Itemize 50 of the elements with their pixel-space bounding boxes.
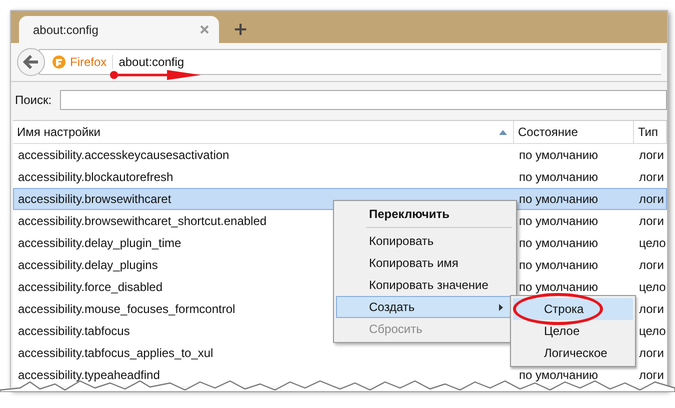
preference-name: accessibility.mouse_focuses_formcontrol xyxy=(18,302,236,316)
state-cell: по умолчанию xyxy=(519,236,598,250)
type-cell: цело xyxy=(639,324,666,338)
browser-tab[interactable]: about:config xyxy=(19,16,219,43)
menu-item[interactable]: Копировать имя xyxy=(336,252,514,274)
preference-name: accessibility.tabfocus_applies_to_xul xyxy=(18,346,214,360)
type-cell: логи xyxy=(639,302,664,316)
preference-name: accessibility.blockautorefresh xyxy=(18,170,174,184)
type-cell: логи xyxy=(639,214,664,228)
preference-name: accessibility.delay_plugin_time xyxy=(18,236,182,250)
menu-item[interactable]: Строка xyxy=(513,298,633,320)
preference-name: accessibility.delay_plugins xyxy=(18,258,158,272)
menu-item[interactable]: Копировать xyxy=(336,230,514,252)
search-label: Поиск: xyxy=(15,93,52,107)
type-cell: логи xyxy=(639,346,664,360)
preference-name: accessibility.accesskeycausesactivation xyxy=(18,148,230,162)
state-cell: по умолчанию xyxy=(519,368,598,382)
address-bar[interactable]: Firefox about:config xyxy=(39,49,661,75)
state-cell: по умолчанию xyxy=(519,280,598,294)
type-cell: логи xyxy=(639,148,664,162)
menu-item[interactable]: Копировать значение xyxy=(336,274,514,296)
state-cell: по умолчанию xyxy=(519,258,598,272)
identity-label: Firefox xyxy=(70,55,113,69)
type-cell: логи xyxy=(639,170,664,184)
preference-name: accessibility.force_disabled xyxy=(18,280,163,294)
column-header[interactable]: Тип xyxy=(634,121,667,143)
preference-name: accessibility.browsewithcaret_shortcut.enabled xyxy=(18,214,267,228)
close-icon[interactable] xyxy=(200,25,209,34)
column-header[interactable]: Имя настройки xyxy=(13,121,514,143)
browser-logo-icon xyxy=(52,55,66,69)
search-field[interactable] xyxy=(60,90,667,110)
back-icon xyxy=(23,55,39,69)
sort-ascending-icon xyxy=(499,130,507,134)
state-cell: по умолчанию xyxy=(519,192,598,206)
type-cell: логи xyxy=(639,258,664,272)
state-cell: по умолчанию xyxy=(519,148,598,162)
menu-item[interactable]: Логическое xyxy=(513,342,633,364)
state-cell: по умолчанию xyxy=(519,170,598,184)
state-cell: по умолчанию xyxy=(519,214,598,228)
back-button[interactable] xyxy=(17,48,45,76)
type-cell: цело xyxy=(639,236,666,250)
type-cell: логи xyxy=(639,192,664,206)
preference-name: accessibility.tabfocus xyxy=(18,324,130,338)
preference-name: accessibility.browsewithcaret xyxy=(18,192,172,206)
type-cell: цело xyxy=(639,280,666,294)
column-header[interactable]: Состояние xyxy=(514,121,634,143)
type-cell: логи xyxy=(639,368,664,382)
new-tab-button[interactable]: + xyxy=(227,16,254,43)
preference-name: accessibility.typeaheadfind xyxy=(18,368,160,382)
url-text: about:config xyxy=(118,55,184,69)
